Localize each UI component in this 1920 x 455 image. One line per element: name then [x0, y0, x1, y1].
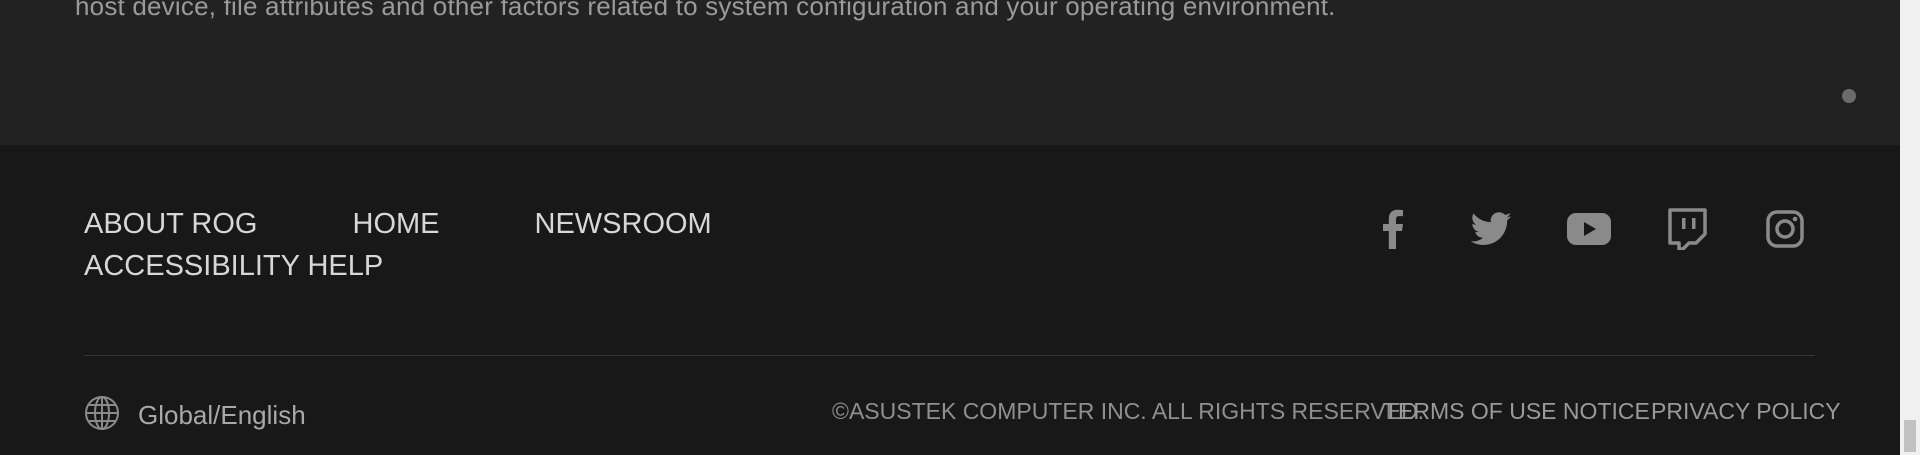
copyright-text: ©ASUSTEK COMPUTER INC. ALL RIGHTS RESERV… [832, 398, 1425, 424]
locale-selector[interactable]: Global/English [84, 395, 306, 436]
content-area: host device, file attributes and other f… [0, 0, 1900, 145]
footer-divider [84, 355, 1815, 356]
footer-nav: ABOUT ROG HOME NEWSROOM [84, 207, 807, 241]
footer-link-home[interactable]: HOME [353, 207, 440, 241]
footer: ABOUT ROG HOME NEWSROOM ACCESSIBILITY HE… [0, 145, 1900, 455]
privacy-policy-link[interactable]: PRIVACY POLICY [1651, 396, 1841, 426]
page: host device, file attributes and other f… [0, 0, 1920, 455]
twitch-icon[interactable] [1665, 207, 1709, 251]
scrollbar-thumb[interactable] [1904, 420, 1916, 452]
footer-nav-secondary: ACCESSIBILITY HELP [84, 249, 383, 283]
youtube-icon[interactable] [1567, 207, 1611, 251]
footer-link-newsroom[interactable]: NEWSROOM [535, 207, 712, 241]
globe-icon [84, 395, 120, 436]
twitter-icon[interactable] [1469, 207, 1513, 251]
footer-link-accessibility-help[interactable]: ACCESSIBILITY HELP [84, 250, 383, 282]
footer-link-about-rog[interactable]: ABOUT ROG [84, 207, 258, 241]
vertical-scrollbar[interactable] [1900, 0, 1920, 455]
instagram-icon[interactable] [1763, 207, 1807, 251]
carousel-dot[interactable] [1842, 89, 1856, 103]
disclaimer-text: host device, file attributes and other f… [75, 0, 1336, 21]
facebook-icon[interactable] [1371, 207, 1415, 251]
terms-of-use-link[interactable]: TERMS OF USE NOTICE [1384, 396, 1650, 426]
locale-label: Global/English [138, 400, 306, 430]
